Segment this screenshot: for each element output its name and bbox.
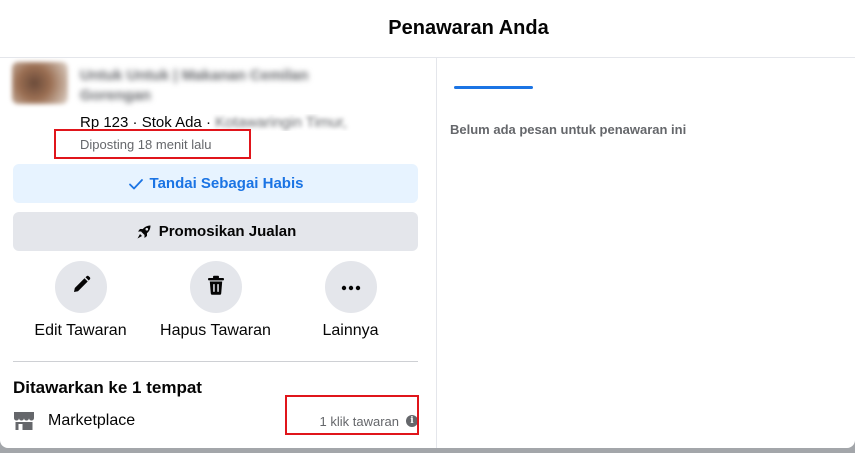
section-divider <box>13 361 418 362</box>
promote-label: Promosikan Jualan <box>158 223 297 240</box>
delete-offer-circle[interactable] <box>189 261 242 313</box>
listing-panel: Untuk Untuk | Makanan Cemilan Gorengan R… <box>0 58 437 448</box>
delete-offer-label: Hapus Tawaran <box>160 322 271 339</box>
marketplace-label: Marketplace <box>48 412 136 429</box>
offered-heading: Ditawarkan ke 1 tempat <box>13 378 202 397</box>
more-icon <box>341 278 361 296</box>
mark-sold-button[interactable]: Tandai Sebagai Habis <box>13 164 418 203</box>
more-options-circle[interactable] <box>324 261 377 313</box>
action-row: Edit Tawaran Hapus Tawaran Lainnya <box>13 261 418 351</box>
delete-offer-button[interactable]: Hapus Tawaran <box>148 261 283 340</box>
active-tab-indicator <box>454 86 533 89</box>
storefront-icon <box>13 410 35 432</box>
listing-title[interactable]: Untuk Untuk | Makanan Cemilan Gorengan <box>80 66 380 106</box>
modal-header: Penawaran Anda <box>0 0 855 58</box>
edit-offer-circle[interactable] <box>54 261 107 313</box>
trash-icon <box>205 274 227 301</box>
rocket-icon <box>135 223 153 241</box>
modal-title: Penawaran Anda <box>388 17 549 39</box>
messages-panel: Belum ada pesan untuk penawaran ini <box>438 58 855 448</box>
more-options-button[interactable]: Lainnya <box>283 261 418 340</box>
edit-offer-label: Edit Tawaran <box>34 322 127 339</box>
highlight-box-clicks <box>285 395 419 435</box>
empty-messages-text: Belum ada pesan untuk penawaran ini <box>450 122 687 137</box>
more-options-label: Lainnya <box>322 322 379 339</box>
offers-modal: Penawaran Anda Untuk Untuk | Makanan Cem… <box>0 0 855 448</box>
mark-sold-label: Tandai Sebagai Habis <box>149 175 304 192</box>
check-icon <box>128 176 144 192</box>
edit-offer-button[interactable]: Edit Tawaran <box>13 261 148 340</box>
listing-thumbnail[interactable] <box>12 62 68 104</box>
promote-button[interactable]: Promosikan Jualan <box>13 212 418 251</box>
pencil-icon <box>70 274 92 301</box>
highlight-box-posted <box>54 129 251 159</box>
